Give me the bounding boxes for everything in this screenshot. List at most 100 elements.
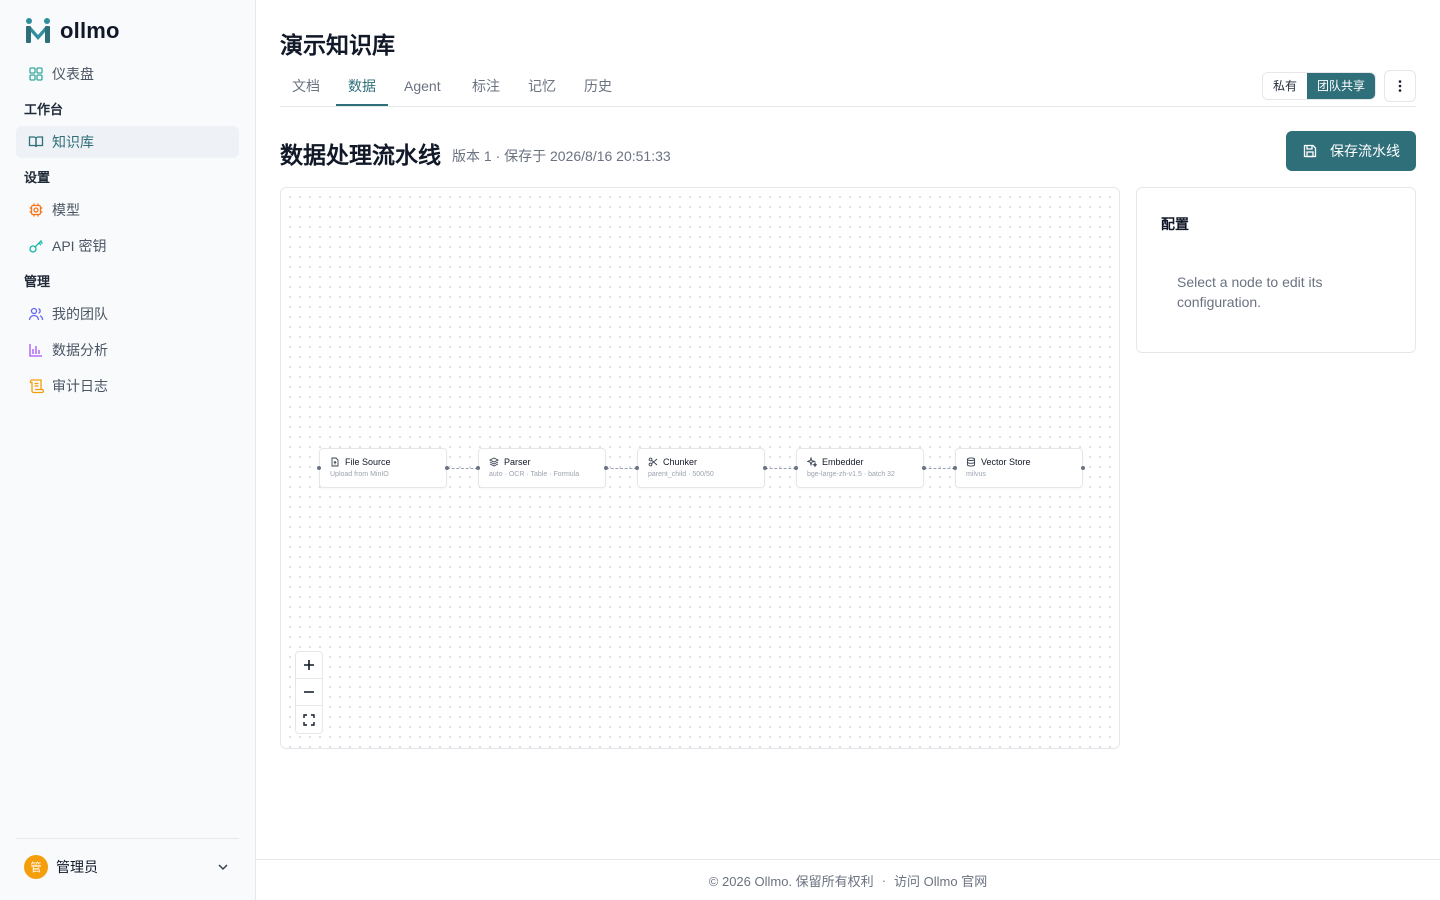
node-subtitle: Upload from MinIO [330,471,389,478]
sidebar-item-label: API 密钥 [52,238,107,254]
tab-agent[interactable]: Agent [392,66,453,106]
node-subtitle: milvus [966,471,986,478]
footer: © 2026 Ollmo. 保留所有权利 · 访问 Ollmo 官网 [256,859,1440,900]
output-port[interactable] [922,466,926,470]
node-title: Embedder [822,457,864,467]
input-port[interactable] [794,466,798,470]
more-vertical-icon [1398,80,1402,92]
save-pipeline-label: 保存流水线 [1330,143,1400,159]
pipeline-canvas[interactable]: File Source Upload from MinIO Parser aut… [280,187,1120,749]
official-site-link[interactable]: 访问 Ollmo 官网 [894,871,987,890]
input-port[interactable] [317,466,321,470]
node-subtitle: parent_child · 500/50 [648,471,714,478]
pipeline-edge [447,468,478,469]
ollmo-logo-icon [26,18,50,43]
share-private-option[interactable]: 私有 [1262,73,1307,99]
output-port[interactable] [1081,466,1085,470]
more-options-button[interactable] [1384,70,1416,102]
pipeline-edge [924,468,955,469]
node-title: Parser [504,457,531,467]
sidebar-item-analytics[interactable]: 数据分析 [16,334,239,366]
scissors-icon [648,457,658,467]
sidebar-section-settings: 设置 [24,170,51,185]
config-empty-hint: Select a node to edit its configuration. [1177,274,1323,310]
avatar: 管 [24,854,48,879]
input-port[interactable] [953,466,957,470]
save-pipeline-button[interactable]: 保存流水线 [1286,131,1416,171]
scroll-icon [28,378,44,394]
sidebar-item-my-team[interactable]: 我的团队 [16,298,239,330]
sidebar-item-label: 我的团队 [52,306,108,322]
plus-icon [304,660,314,670]
sidebar-item-audit-log[interactable]: 审计日志 [16,370,239,402]
sidebar-item-knowledge-base[interactable]: 知识库 [16,126,239,158]
tab-annotation[interactable]: 标注 [460,66,512,106]
share-toggle: 私有 团队共享 [1261,72,1376,100]
app-name: ollmo [60,18,120,43]
output-port[interactable] [604,466,608,470]
sidebar-item-models[interactable]: 模型 [16,194,239,226]
output-port[interactable] [763,466,767,470]
minus-icon [304,691,314,693]
sidebar-item-label: 模型 [52,202,80,218]
sidebar-item-api-keys[interactable]: API 密钥 [16,230,239,262]
pipeline-version-meta: 版本 1 · 保存于 2026/8/16 20:51:33 [452,148,671,164]
tab-data[interactable]: 数据 [336,66,388,106]
zoom-controls [295,651,323,734]
tab-history[interactable]: 历史 [572,66,624,106]
zoom-in-button[interactable] [296,652,322,679]
user-name: 管理员 [56,858,98,875]
app-logo[interactable]: ollmo [24,16,120,46]
node-subtitle: auto · OCR · Table · Formula [489,471,580,478]
fit-view-button[interactable] [296,706,322,733]
cpu-chip-icon [28,202,44,218]
database-icon [966,457,976,467]
save-disk-icon [1302,143,1318,159]
zoom-out-button[interactable] [296,679,322,706]
user-menu[interactable]: 管 管理员 [16,838,239,894]
tab-memory[interactable]: 记忆 [516,66,568,106]
layers-icon [489,457,499,467]
tab-bar: 文档 数据 Agent 标注 记忆 历史 [280,66,1416,107]
config-panel: 配置 Select a node to edit its configurati… [1136,187,1416,353]
dashboard-grid-icon [28,66,44,82]
sidebar-item-label: 知识库 [52,134,94,150]
pipeline-title: 数据处理流水线 [280,142,441,168]
main-content: 演示知识库 文档 数据 Agent 标注 记忆 历史 私有 团队共享 数据处理流… [256,0,1440,900]
bar-chart-icon [28,342,44,358]
copyright-text: © 2026 Ollmo. 保留所有权利 [708,873,874,889]
output-port[interactable] [445,466,449,470]
share-team-option[interactable]: 团队共享 [1306,73,1375,99]
users-icon [28,306,44,322]
tab-documents[interactable]: 文档 [280,66,332,106]
input-port[interactable] [476,466,480,470]
sidebar-nav: 仪表盘 工作台 知识库 设置 模型 API 密钥 管理 我的团队 数据分析 审计… [16,58,239,406]
node-title: File Source [345,457,391,467]
node-subtitle: bge-large-zh-v1.5 · batch 32 [807,471,895,478]
config-title: 配置 [1161,216,1189,232]
node-parser[interactable]: Parser auto · OCR · Table · Formula [476,448,608,488]
sidebar-item-dashboard[interactable]: 仪表盘 [16,58,239,90]
node-chunker[interactable]: Chunker parent_child · 500/50 [635,448,767,488]
input-port[interactable] [635,466,639,470]
sidebar: ollmo 仪表盘 工作台 知识库 设置 模型 API 密钥 管理 我的团队 数… [0,0,256,900]
node-embedder[interactable]: Embedder bge-large-zh-v1.5 · batch 32 [794,448,926,488]
key-icon [28,238,44,254]
sidebar-section-admin: 管理 [24,274,51,289]
node-title: Vector Store [981,457,1031,467]
sidebar-item-label: 仪表盘 [52,66,94,82]
node-title: Chunker [663,457,698,467]
sparkle-icon [807,457,817,467]
book-open-icon [28,134,44,150]
sidebar-section-workspace: 工作台 [24,102,64,117]
pipeline-edge [765,468,796,469]
footer-separator: · [881,872,887,888]
page-title: 演示知识库 [280,32,395,58]
file-upload-icon [330,457,340,467]
fit-view-icon [303,713,315,726]
sidebar-item-label: 数据分析 [52,342,108,358]
sidebar-item-label: 审计日志 [52,378,108,394]
node-file-source[interactable]: File Source Upload from MinIO [317,448,449,488]
chevron-down-icon[interactable] [215,859,231,875]
node-vector-store[interactable]: Vector Store milvus [953,448,1085,488]
